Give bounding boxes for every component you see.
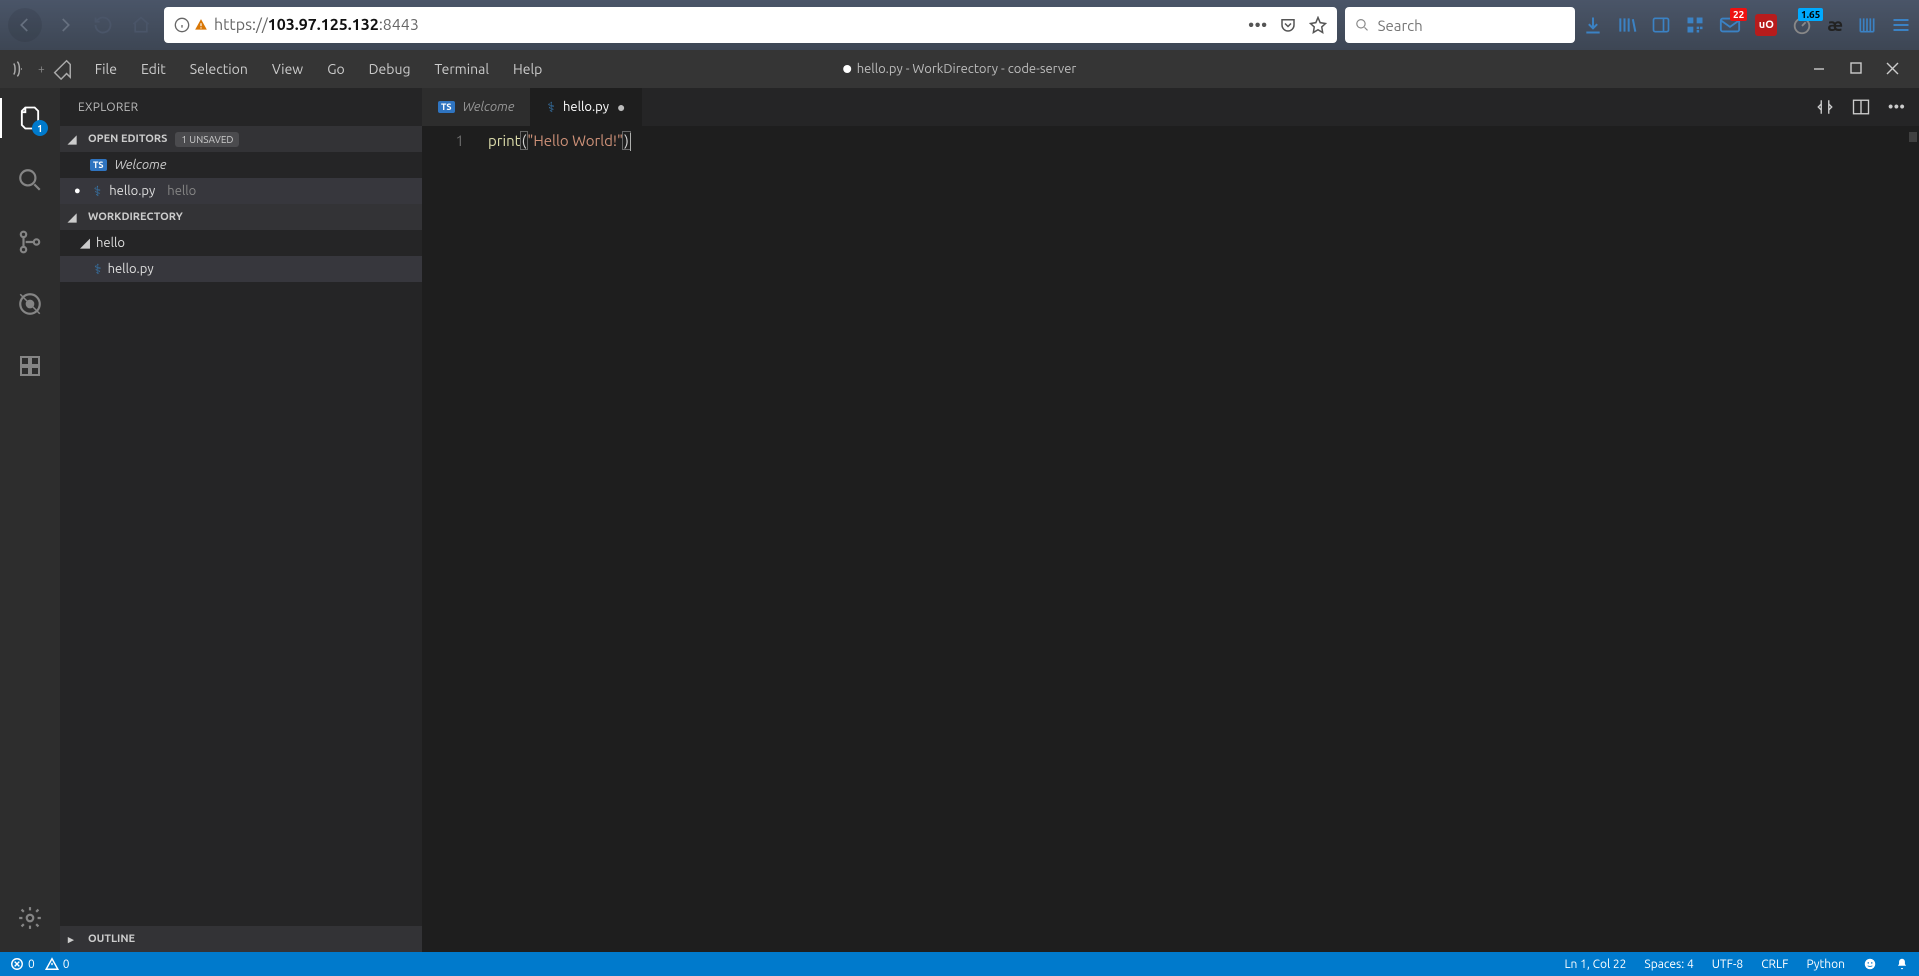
status-bell-icon[interactable] [1895, 957, 1909, 971]
chevron-down-icon: ◢ [80, 236, 90, 251]
editor-area: TS Welcome ⚕ hello.py ● ••• 1 print("Hel… [422, 88, 1919, 952]
open-editor-welcome[interactable]: TS Welcome [60, 152, 422, 178]
code-editor[interactable]: 1 print("Hello World!") [422, 126, 1919, 952]
tiles-ext-icon[interactable] [1685, 15, 1705, 35]
url-bar[interactable]: https://103.97.125.132:8443 ••• [164, 7, 1337, 43]
downloads-icon[interactable] [1583, 15, 1603, 35]
activity-search[interactable] [10, 160, 50, 200]
browser-extensions: 22 uO 1.65 æ [1583, 14, 1911, 36]
compare-changes-icon[interactable] [1816, 98, 1834, 116]
minimap[interactable] [1905, 130, 1919, 952]
hamburger-menu-icon[interactable] [1891, 15, 1911, 35]
grid-ext-icon[interactable] [1857, 15, 1877, 35]
menu-edit[interactable]: Edit [129, 53, 178, 85]
activity-extensions[interactable] [10, 346, 50, 386]
tab-welcome[interactable]: TS Welcome [422, 88, 531, 126]
mail-ext-icon[interactable]: 22 [1719, 14, 1741, 36]
status-indent[interactable]: Spaces: 4 [1644, 958, 1693, 971]
browser-toolbar: https://103.97.125.132:8443 ••• 22 uO 1.… [0, 0, 1919, 50]
library-icon[interactable] [1617, 15, 1637, 35]
menu-go[interactable]: Go [315, 53, 356, 85]
menu-items: File Edit Selection View Go Debug Termin… [83, 53, 555, 85]
python-icon: ⚕ [94, 261, 102, 278]
activity-settings[interactable] [10, 898, 50, 938]
pocket-icon[interactable] [1279, 16, 1297, 34]
ts-icon: TS [438, 101, 455, 113]
unsaved-tag: 1 UNSAVED [175, 132, 239, 147]
tab-dirty-icon[interactable]: ● [617, 99, 625, 115]
ublock-ext-icon[interactable]: uO [1755, 14, 1777, 36]
text-cursor [630, 133, 631, 151]
open-editor-hello[interactable]: ⚕ hello.py hello [60, 178, 422, 204]
forward-button[interactable] [50, 10, 80, 40]
sidebar-ext-icon[interactable] [1651, 15, 1671, 35]
activity-bar: 1 [0, 88, 60, 952]
chevron-down-icon: ◢ [68, 211, 80, 224]
menu-help[interactable]: Help [501, 53, 554, 85]
menu-terminal[interactable]: Terminal [423, 53, 502, 85]
line-gutter: 1 [422, 130, 488, 952]
folder-hello[interactable]: ◢ hello [60, 230, 422, 256]
python-icon: ⚕ [94, 183, 102, 200]
file-hello-py[interactable]: ⚕ hello.py [60, 256, 422, 282]
browser-search-input[interactable] [1378, 17, 1566, 34]
mail-badge: 22 [1730, 8, 1747, 21]
search-icon [1355, 17, 1369, 33]
page-actions-icon[interactable]: ••• [1248, 15, 1267, 35]
minimize-button[interactable] [1812, 62, 1826, 76]
ae-ext-icon[interactable]: æ [1827, 15, 1843, 35]
site-info-icon[interactable] [174, 17, 208, 33]
explorer-sidebar: EXPLORER ◢ OPEN EDITORS 1 UNSAVED TS Wel… [60, 88, 422, 952]
window-title: hello.py - WorkDirectory - code-server [843, 62, 1077, 76]
chevron-right-icon: ▸ [68, 933, 80, 946]
split-editor-icon[interactable] [1852, 98, 1870, 116]
menu-view[interactable]: View [260, 53, 315, 85]
tab-hello[interactable]: ⚕ hello.py ● [531, 88, 642, 126]
menu-debug[interactable]: Debug [357, 53, 423, 85]
menu-file[interactable]: File [83, 53, 129, 85]
status-bar: 0 0 Ln 1, Col 22 Spaces: 4 UTF-8 CRLF Py… [0, 952, 1919, 976]
meter-ext-icon[interactable]: 1.65 [1791, 14, 1813, 36]
sidebar-title: EXPLORER [60, 88, 422, 126]
code-line-1[interactable]: print("Hello World!") [488, 130, 631, 952]
chevron-down-icon: ◢ [68, 133, 80, 146]
ide-menubar: + File Edit Selection View Go Debug Term… [0, 50, 1919, 88]
bookmark-star-icon[interactable] [1309, 16, 1327, 34]
browser-search-bar[interactable] [1345, 7, 1575, 43]
outline-header[interactable]: ▸ OUTLINE [60, 926, 422, 952]
activity-debug[interactable] [10, 284, 50, 324]
maximize-button[interactable] [1850, 62, 1862, 76]
more-actions-icon[interactable]: ••• [1888, 98, 1905, 116]
ide-logo: + [0, 58, 83, 80]
home-button[interactable] [126, 10, 156, 40]
dirty-indicator-icon [843, 65, 851, 73]
tab-actions: ••• [1802, 88, 1919, 126]
explorer-badge: 1 [32, 120, 48, 136]
activity-scm[interactable] [10, 222, 50, 262]
back-button[interactable] [8, 8, 42, 42]
close-button[interactable] [1886, 62, 1899, 76]
status-language[interactable]: Python [1806, 958, 1845, 971]
workspace-header[interactable]: ◢ WORKDIRECTORY [60, 204, 422, 230]
status-errors[interactable]: 0 [10, 957, 35, 971]
status-cursor-pos[interactable]: Ln 1, Col 22 [1564, 958, 1626, 971]
url-text: https://103.97.125.132:8443 [214, 16, 1242, 34]
window-controls [1812, 62, 1919, 76]
open-editors-header[interactable]: ◢ OPEN EDITORS 1 UNSAVED [60, 126, 422, 152]
python-icon: ⚕ [547, 99, 555, 116]
tab-bar: TS Welcome ⚕ hello.py ● ••• [422, 88, 1919, 126]
status-eol[interactable]: CRLF [1761, 958, 1788, 971]
status-warnings[interactable]: 0 [45, 957, 70, 971]
meter-badge: 1.65 [1798, 8, 1823, 21]
status-feedback-icon[interactable] [1863, 957, 1877, 971]
ts-icon: TS [90, 159, 107, 171]
status-encoding[interactable]: UTF-8 [1712, 958, 1743, 971]
activity-explorer[interactable]: 1 [10, 98, 50, 138]
reload-button[interactable] [88, 10, 118, 40]
menu-selection[interactable]: Selection [178, 53, 260, 85]
